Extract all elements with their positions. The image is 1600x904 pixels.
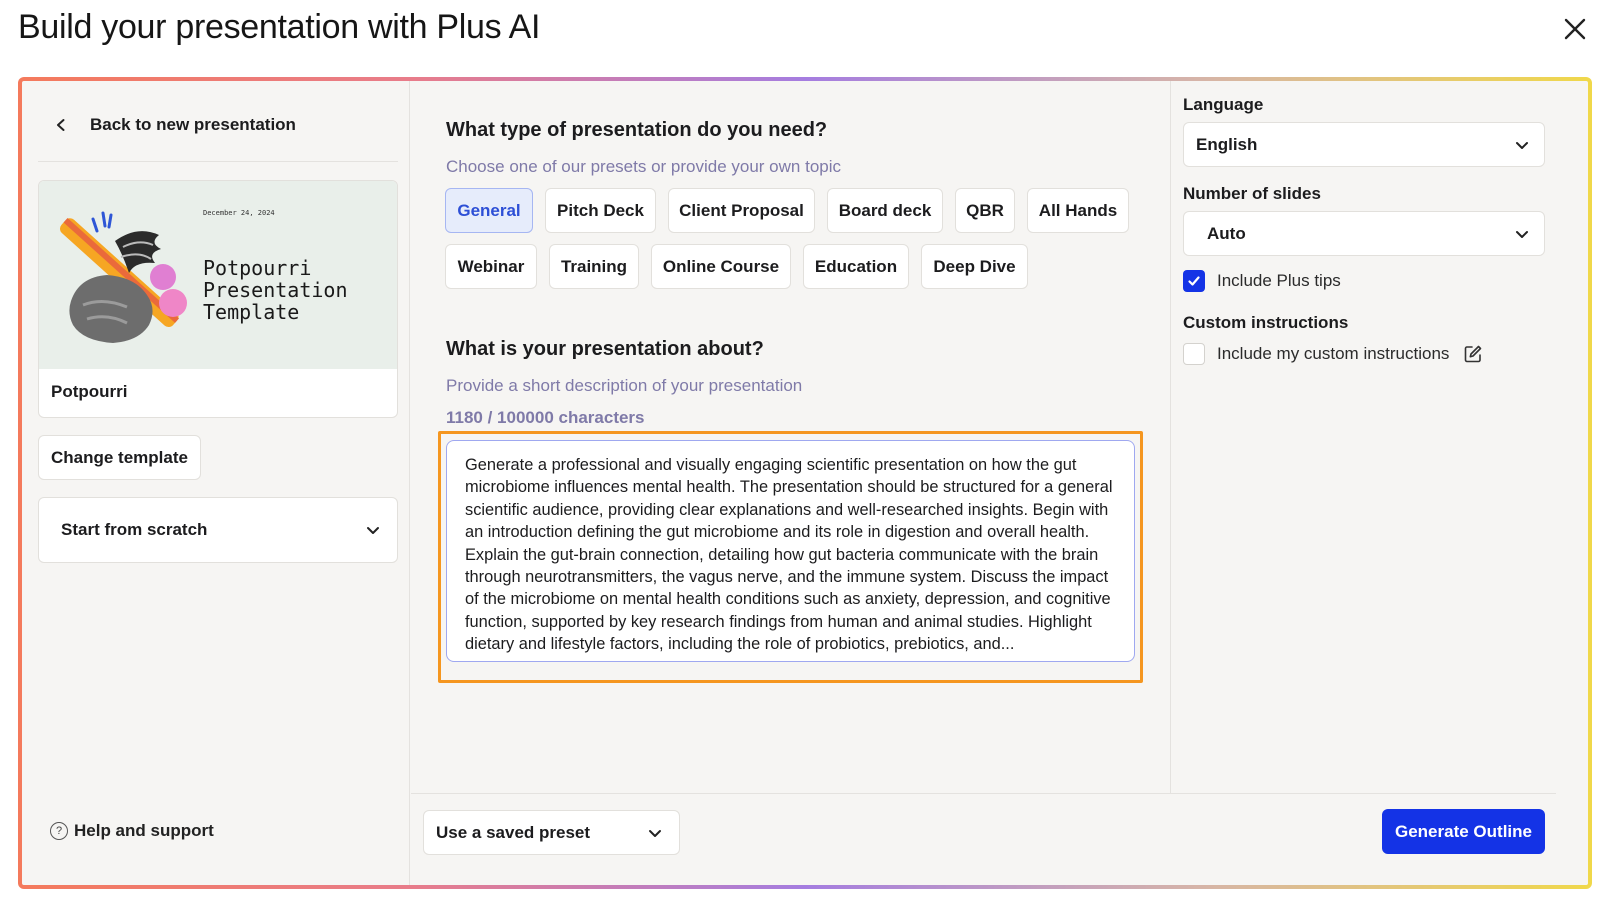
preset-chip-training[interactable]: Training <box>549 244 639 289</box>
chevron-down-icon <box>367 527 379 534</box>
help-label: Help and support <box>74 821 214 840</box>
back-label: Back to new presentation <box>90 115 296 134</box>
saved-preset-select[interactable]: Use a saved preset <box>423 810 680 855</box>
plus-tips-checkbox-row[interactable]: Include Plus tips <box>1183 270 1341 292</box>
preset-chip-general[interactable]: General <box>445 188 533 233</box>
slides-value: Auto <box>1207 223 1246 243</box>
thumbnail-title-line: Potpourri <box>203 256 312 280</box>
type-question: What type of presentation do you need? <box>446 119 828 141</box>
language-value: English <box>1196 134 1258 154</box>
template-artwork <box>59 211 187 343</box>
custom-instructions-checkbox[interactable] <box>1183 343 1205 365</box>
template-sidebar: Back to new presentation December 24, 20… <box>22 81 410 885</box>
preset-chip-client-proposal[interactable]: Client Proposal <box>668 188 815 233</box>
preset-chip-qbr[interactable]: QBR <box>955 188 1015 233</box>
slides-select[interactable]: Auto <box>1183 211 1545 256</box>
template-thumbnail: December 24, 2024 Potpourri Presentation… <box>39 181 397 369</box>
preset-chip-education[interactable]: Education <box>803 244 909 289</box>
page-title: Build your presentation with Plus AI <box>18 8 541 46</box>
preset-chip-webinar[interactable]: Webinar <box>445 244 537 289</box>
footer-bar: Use a saved preset Generate Outline <box>411 793 1556 881</box>
character-count: 1180 / 100000 characters <box>446 408 645 427</box>
divider <box>38 161 398 162</box>
slides-label: Number of slides <box>1183 184 1321 203</box>
start-from-value: Start from scratch <box>61 520 208 539</box>
help-and-support-link[interactable]: ? Help and support <box>50 821 214 841</box>
start-from-select[interactable]: Start from scratch <box>38 497 398 563</box>
builder-panel: Back to new presentation December 24, 20… <box>18 77 1592 889</box>
custom-instructions-check-label: Include my custom instructions <box>1217 344 1450 363</box>
about-question: What is your presentation about? <box>446 338 764 360</box>
preset-chip-deep-dive[interactable]: Deep Dive <box>921 244 1028 289</box>
edit-icon[interactable] <box>1463 344 1483 364</box>
checkmark-icon <box>1188 276 1200 286</box>
about-hint: Provide a short description of your pres… <box>446 376 803 395</box>
help-icon: ? <box>50 822 68 840</box>
plus-tips-checkbox[interactable] <box>1183 270 1205 292</box>
chevron-down-icon <box>649 829 661 837</box>
main-form: What type of presentation do you need? C… <box>411 81 1170 793</box>
custom-instructions-checkbox-row[interactable]: Include my custom instructions <box>1183 343 1483 365</box>
preset-chip-all-hands[interactable]: All Hands <box>1027 188 1129 233</box>
chevron-down-icon <box>1516 230 1528 238</box>
template-card[interactable]: December 24, 2024 Potpourri Presentation… <box>38 180 398 418</box>
chevron-down-icon <box>1516 141 1528 149</box>
thumbnail-title-line: Template <box>203 300 300 324</box>
settings-panel: Language English Number of slides Auto I… <box>1170 81 1558 793</box>
thumbnail-title-line: Presentation <box>203 278 348 302</box>
close-icon <box>1564 18 1586 40</box>
language-label: Language <box>1183 95 1264 114</box>
custom-instructions-label: Custom instructions <box>1183 313 1349 332</box>
back-button[interactable]: Back to new presentation <box>54 115 296 135</box>
preset-chip-online-course[interactable]: Online Course <box>651 244 791 289</box>
template-name: Potpourri <box>51 382 128 401</box>
close-button[interactable] <box>1560 14 1590 44</box>
language-select[interactable]: English <box>1183 122 1545 167</box>
change-template-button[interactable]: Change template <box>38 435 201 480</box>
preset-chip-pitch-deck[interactable]: Pitch Deck <box>545 188 656 233</box>
preset-chip-board-deck[interactable]: Board deck <box>827 188 943 233</box>
generate-outline-button[interactable]: Generate Outline <box>1382 809 1545 854</box>
chevron-left-icon <box>57 119 65 131</box>
thumbnail-date: December 24, 2024 <box>203 209 275 217</box>
saved-preset-label: Use a saved preset <box>436 822 591 842</box>
plus-tips-label: Include Plus tips <box>1217 271 1341 290</box>
description-textarea[interactable]: Generate a professional and visually eng… <box>446 440 1135 662</box>
thumbnail-title: Potpourri Presentation Template <box>203 257 348 323</box>
type-hint: Choose one of our presets or provide you… <box>446 157 842 176</box>
